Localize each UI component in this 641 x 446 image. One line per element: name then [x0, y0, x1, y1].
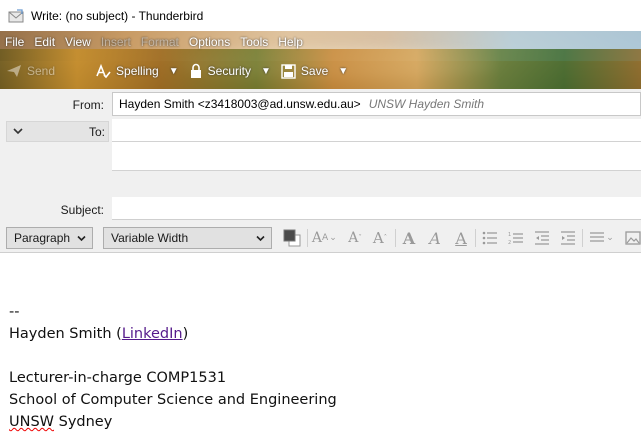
- svg-text:1: 1: [508, 232, 511, 238]
- divider: [112, 141, 641, 142]
- signature-name-line: Hayden Smith (LinkedIn): [9, 326, 189, 342]
- save-button[interactable]: Save: [275, 59, 334, 83]
- menu-file[interactable]: File: [0, 35, 29, 49]
- bold-icon[interactable]: A: [400, 228, 418, 248]
- subject-label: Subject:: [60, 203, 104, 217]
- compose-envelope-icon: [8, 8, 24, 22]
- smaller-font-icon[interactable]: AA: [310, 228, 330, 248]
- divider: [475, 229, 476, 247]
- send-button[interactable]: Send: [0, 59, 61, 83]
- signature-role: Lecturer-in-charge COMP1531: [9, 370, 227, 386]
- outdent-icon[interactable]: [533, 228, 551, 248]
- divider: [112, 170, 641, 171]
- send-icon: [7, 65, 21, 77]
- menu-edit[interactable]: Edit: [29, 35, 60, 49]
- chevron-down-icon: [13, 128, 23, 135]
- spelling-icon: [96, 63, 111, 79]
- insert-image-icon[interactable]: [624, 228, 641, 248]
- send-label: Send: [27, 64, 56, 78]
- signature-school: School of Computer Science and Engineeri…: [9, 392, 337, 408]
- spelling-dropdown-icon[interactable]: ▼: [165, 66, 183, 77]
- from-address: Hayden Smith <z3418003@ad.unsw.edu.au>: [119, 97, 361, 111]
- from-label: From:: [72, 98, 104, 112]
- linkedin-link[interactable]: LinkedIn: [122, 326, 183, 342]
- chevron-down-icon[interactable]: ⌄: [605, 228, 615, 248]
- to-label: To:: [88, 125, 105, 139]
- font-family-select[interactable]: Variable Width: [103, 227, 272, 249]
- text-color-picker[interactable]: [281, 228, 303, 248]
- signature-org: UNSW Sydney: [9, 414, 113, 430]
- compose-toolbar: Send Spelling ▼ Security ▼ Save ▼: [0, 56, 352, 86]
- menu-view[interactable]: View: [60, 35, 96, 49]
- menu-bar: File Edit View Insert Format Options Too…: [0, 33, 308, 51]
- indent-icon[interactable]: [559, 228, 577, 248]
- spelling-button[interactable]: Spelling: [89, 59, 165, 83]
- from-identity: UNSW Hayden Smith: [368, 97, 485, 111]
- subject-input[interactable]: [112, 197, 641, 219]
- security-dropdown-icon[interactable]: ▼: [257, 66, 275, 77]
- divider: [307, 229, 308, 247]
- divider: [582, 229, 583, 247]
- chevron-down-icon: [256, 235, 265, 242]
- message-headers: From: Hayden Smith <z3418003@ad.unsw.edu…: [0, 89, 641, 223]
- svg-text:2: 2: [508, 240, 511, 245]
- title-bar: Write: (no subject) - Thunderbird: [0, 0, 641, 31]
- to-input[interactable]: [112, 119, 641, 171]
- menu-options[interactable]: Options: [184, 35, 235, 49]
- misspelled-word: UNSW: [9, 414, 55, 430]
- spelling-label: Spelling: [116, 64, 159, 78]
- paragraph-format-select[interactable]: Paragraph: [6, 227, 93, 249]
- align-icon[interactable]: [588, 228, 606, 248]
- format-toolbar: Paragraph Variable Width AA ⌄ Aˇ Aˆ A A …: [0, 223, 641, 253]
- security-label: Security: [207, 64, 251, 78]
- menu-insert[interactable]: Insert: [96, 35, 136, 49]
- color-swatch-icon: [283, 229, 301, 247]
- decrease-font-size-icon[interactable]: Aˇ: [346, 228, 364, 248]
- security-button[interactable]: Security: [183, 59, 257, 83]
- menu-help[interactable]: Help: [273, 35, 308, 49]
- lock-icon: [190, 63, 201, 78]
- chevron-down-icon[interactable]: ⌄: [328, 228, 338, 248]
- message-body-editor[interactable]: -- Hayden Smith (LinkedIn) Lecturer-in-c…: [0, 254, 641, 446]
- divider: [112, 219, 641, 220]
- menu-format[interactable]: Format: [136, 35, 184, 49]
- bullet-list-icon[interactable]: [481, 228, 499, 248]
- italic-icon[interactable]: A: [426, 228, 444, 248]
- save-dropdown-icon[interactable]: ▼: [334, 66, 352, 77]
- increase-font-size-icon[interactable]: Aˆ: [371, 228, 389, 248]
- divider: [395, 229, 396, 247]
- from-field[interactable]: Hayden Smith <z3418003@ad.unsw.edu.au> U…: [112, 92, 641, 116]
- signature-name: Hayden Smith: [9, 326, 112, 342]
- save-icon: [281, 63, 296, 79]
- chevron-down-icon: [77, 235, 86, 242]
- recipient-type-toggle[interactable]: To:: [6, 121, 109, 142]
- underline-icon[interactable]: A: [452, 228, 470, 248]
- save-label: Save: [300, 64, 329, 78]
- window-title: Write: (no subject) - Thunderbird: [31, 8, 204, 23]
- signature-separator: --: [9, 304, 20, 320]
- numbered-list-icon[interactable]: 12: [507, 228, 525, 248]
- menu-tools[interactable]: Tools: [235, 35, 273, 49]
